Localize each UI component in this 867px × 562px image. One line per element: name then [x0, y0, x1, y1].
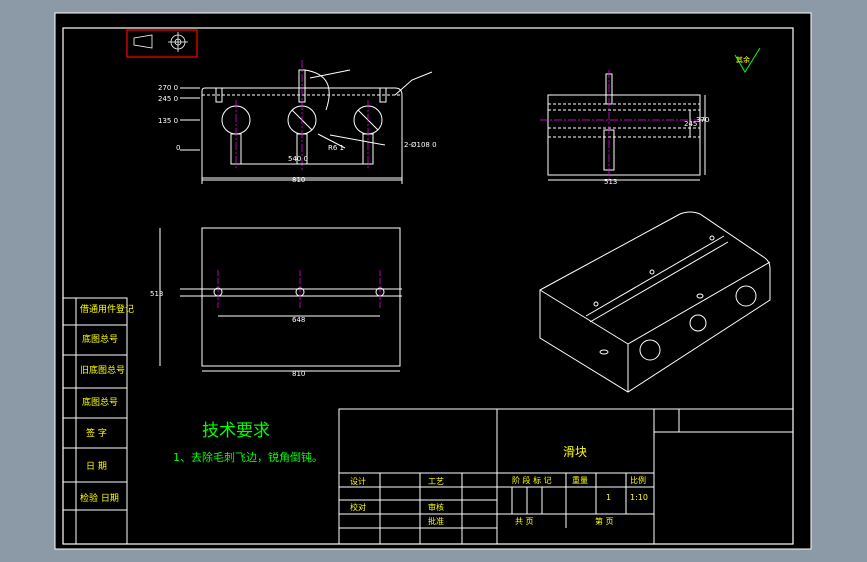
drawing-canvas: [54, 12, 812, 550]
label-weight: 重量: [572, 475, 588, 485]
part-name: 滑块: [563, 445, 587, 459]
label-design: 设计: [350, 476, 366, 486]
dim-r61: R6 1: [328, 144, 344, 152]
dim-513-plan: 513: [150, 290, 163, 298]
stamp-6: 检验 日期: [80, 492, 119, 504]
dim-245: 245 0: [158, 95, 178, 103]
dim-810: 810: [292, 176, 305, 184]
stamp-1: 底图总号: [82, 333, 118, 345]
sheet-count: 1: [606, 493, 611, 502]
stamp-2: 旧底图总号: [80, 364, 125, 376]
tech-req-item1: 1、去除毛刺飞边，锐角倒钝。: [173, 450, 323, 464]
dim-540: 540 0: [288, 155, 308, 163]
dim-0: 0: [176, 144, 180, 152]
dim-370-side: 370: [696, 116, 709, 124]
label-approve: 批准: [428, 516, 444, 526]
scale-ratio: 1:10: [630, 493, 648, 502]
dim-513-side: 513: [604, 178, 617, 186]
label-audit: 审核: [428, 502, 444, 512]
label-process: 工艺: [428, 477, 444, 486]
label-sheet-no: 第 页: [595, 516, 614, 526]
dim-648: 648: [292, 316, 305, 324]
label-stage-mark: 阶 段 标 记: [512, 475, 552, 485]
stamp-3: 底图总号: [82, 396, 118, 408]
stamp-5: 日 期: [86, 461, 107, 472]
label-sheet-total: 共 页: [515, 517, 534, 526]
dim-135: 135 0: [158, 117, 178, 125]
stamp-0: 借通用件登记: [80, 303, 134, 315]
stamp-4: 签 字: [86, 427, 107, 439]
dim-270: 270 0: [158, 84, 178, 92]
roughness-text: 其余: [736, 55, 750, 64]
dim-810-plan: 810: [292, 370, 305, 378]
cad-drawing: 270 0 245 0 135 0 0 R6 1 2-Ø108 0 540 0 …: [54, 12, 812, 550]
label-ratio: 比例: [630, 475, 646, 485]
label-check: 校对: [350, 502, 366, 512]
tech-req-title: 技术要求: [202, 421, 270, 441]
dim-holes: 2-Ø108 0: [404, 141, 437, 149]
